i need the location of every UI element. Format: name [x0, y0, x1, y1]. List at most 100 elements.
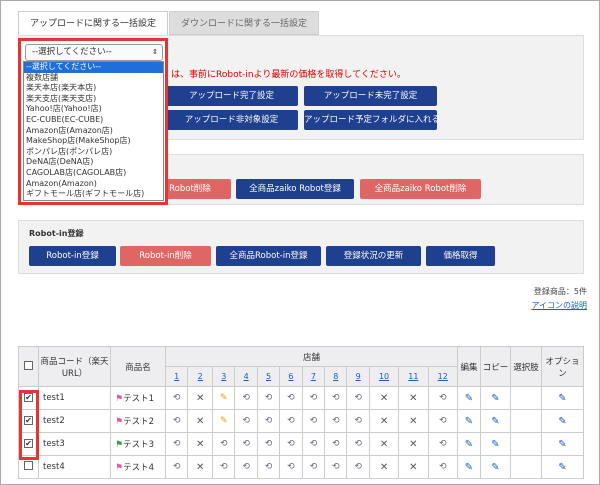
not-registered-icon[interactable]: ✕ — [380, 439, 388, 450]
option-edit-icon[interactable]: ✎ — [558, 462, 566, 473]
registered-icon[interactable]: ⟲ — [439, 393, 447, 403]
store-options-list[interactable]: --選択してください-- 複数店舗 楽天本店(楽天本店) 楽天支店(楽天支店) Yaho… — [23, 61, 164, 201]
registered-icon[interactable]: ⟲ — [354, 416, 362, 426]
edit-icon[interactable]: ✎ — [465, 416, 473, 427]
store-option[interactable]: ギフトモール店(ギフトモール店) — [24, 189, 163, 200]
registered-icon[interactable]: ⟲ — [354, 393, 362, 403]
store-option[interactable]: Amazon(Amazon) — [24, 179, 163, 190]
store-number-link[interactable]: 2 — [198, 372, 203, 381]
store-number-link[interactable]: 1 — [174, 372, 179, 381]
not-registered-icon[interactable]: ✕ — [196, 439, 204, 450]
store-option[interactable]: Amazon店(Amazon店) — [24, 126, 163, 137]
registered-icon[interactable]: ⟲ — [173, 393, 181, 403]
registered-icon[interactable]: ⟲ — [265, 439, 273, 449]
registered-icon[interactable]: ⟲ — [310, 462, 318, 472]
upload-incomplete-button[interactable]: アップロード未完了設定 — [304, 86, 437, 106]
registered-icon[interactable]: ⟲ — [439, 416, 447, 426]
not-registered-icon[interactable]: ✕ — [409, 393, 417, 404]
all-robotin-register-button[interactable]: 全商品Robot-in登録 — [216, 246, 321, 266]
not-registered-icon[interactable]: ✕ — [380, 393, 388, 404]
store-option[interactable]: DeNA店(DeNA店) — [24, 157, 163, 168]
store-number-link[interactable]: 5 — [266, 372, 271, 381]
store-number-link[interactable]: 12 — [438, 372, 448, 381]
registered-icon[interactable]: ⟲ — [332, 393, 340, 403]
registered-icon[interactable]: ⟲ — [287, 416, 295, 426]
store-select[interactable]: --選択してください-- ⇕ — [25, 44, 163, 61]
not-registered-icon[interactable]: ✕ — [409, 462, 417, 473]
registered-icon[interactable]: ⟲ — [220, 462, 228, 472]
registered-icon[interactable]: ⟲ — [332, 439, 340, 449]
registered-icon[interactable]: ⟲ — [310, 416, 318, 426]
select-all-checkbox[interactable] — [24, 360, 33, 370]
tab-upload-settings[interactable]: アップロードに関する一括設定 — [18, 11, 168, 35]
registered-icon[interactable]: ⟲ — [287, 393, 295, 403]
registered-icon[interactable]: ⟲ — [242, 393, 250, 403]
get-price-button[interactable]: 価格取得 — [426, 246, 495, 266]
store-number-link[interactable]: 8 — [333, 372, 338, 381]
registered-icon[interactable]: ⟲ — [354, 462, 362, 472]
store-option[interactable]: 複数店舗 — [24, 73, 163, 84]
pending-icon[interactable]: ✎ — [220, 393, 228, 403]
store-option[interactable]: --選択してください-- — [24, 62, 163, 73]
edit-icon[interactable]: ✎ — [465, 393, 473, 404]
registered-icon[interactable]: ⟲ — [354, 439, 362, 449]
registered-icon[interactable]: ⟲ — [220, 439, 228, 449]
registered-icon[interactable]: ⟲ — [173, 439, 181, 449]
registered-icon[interactable]: ⟲ — [439, 439, 447, 449]
store-option[interactable]: CAGOLAB店(CAGOLAB店) — [24, 168, 163, 179]
registered-icon[interactable]: ⟲ — [265, 393, 273, 403]
pending-icon[interactable]: ✎ — [220, 416, 228, 426]
registered-icon[interactable]: ⟲ — [332, 416, 340, 426]
option-edit-icon[interactable]: ✎ — [558, 439, 566, 450]
store-number-link[interactable]: 9 — [356, 372, 361, 381]
not-registered-icon[interactable]: ✕ — [196, 393, 204, 404]
icon-help-link[interactable]: アイコンの説明 — [531, 300, 587, 311]
copy-icon[interactable]: ✎ — [491, 439, 499, 450]
registered-icon[interactable]: ⟲ — [242, 462, 250, 472]
copy-icon[interactable]: ✎ — [491, 462, 499, 473]
registered-icon[interactable]: ⟲ — [173, 462, 181, 472]
store-option[interactable]: 楽天本店(楽天本店) — [24, 83, 163, 94]
registered-icon[interactable]: ⟲ — [242, 416, 250, 426]
registered-icon[interactable]: ⟲ — [173, 416, 181, 426]
store-number-link[interactable]: 3 — [221, 372, 226, 381]
store-number-link[interactable]: 7 — [311, 372, 316, 381]
all-zaiko-delete-button[interactable]: 全商品zaiko Robot削除 — [360, 179, 481, 199]
store-option[interactable]: Yahoo!店(Yahoo!店) — [24, 104, 163, 115]
store-number-link[interactable]: 10 — [379, 372, 389, 381]
edit-icon[interactable]: ✎ — [465, 462, 473, 473]
not-registered-icon[interactable]: ✕ — [380, 416, 388, 427]
all-zaiko-register-button[interactable]: 全商品zaiko Robot登録 — [236, 179, 354, 199]
registered-icon[interactable]: ⟲ — [242, 439, 250, 449]
tab-download-settings[interactable]: ダウンロードに関する一括設定 — [169, 11, 319, 35]
copy-icon[interactable]: ✎ — [491, 393, 499, 404]
registered-icon[interactable]: ⟲ — [332, 462, 340, 472]
not-registered-icon[interactable]: ✕ — [196, 462, 204, 473]
option-edit-icon[interactable]: ✎ — [558, 393, 566, 404]
store-number-link[interactable]: 4 — [244, 372, 249, 381]
registered-icon[interactable]: ⟲ — [287, 439, 295, 449]
registered-icon[interactable]: ⟲ — [265, 462, 273, 472]
store-number-link[interactable]: 6 — [288, 372, 293, 381]
store-number-link[interactable]: 11 — [408, 372, 418, 381]
not-registered-icon[interactable]: ✕ — [409, 439, 417, 450]
not-registered-icon[interactable]: ✕ — [196, 416, 204, 427]
edit-icon[interactable]: ✎ — [465, 439, 473, 450]
upload-exclude-button[interactable]: アップロード非対象設定 — [165, 110, 298, 130]
robotin-register-button[interactable]: Robot-in登録 — [29, 246, 116, 266]
option-edit-icon[interactable]: ✎ — [558, 416, 566, 427]
store-option[interactable]: EC-CUBE(EC-CUBE) — [24, 115, 163, 126]
copy-icon[interactable]: ✎ — [491, 416, 499, 427]
update-status-button[interactable]: 登録状況の更新 — [326, 246, 421, 266]
not-registered-icon[interactable]: ✕ — [380, 462, 388, 473]
registered-icon[interactable]: ⟲ — [287, 462, 295, 472]
registered-icon[interactable]: ⟲ — [310, 393, 318, 403]
registered-icon[interactable]: ⟲ — [439, 462, 447, 472]
upload-complete-button[interactable]: アップロード完了設定 — [165, 86, 298, 106]
registered-icon[interactable]: ⟲ — [265, 416, 273, 426]
row-checkbox[interactable] — [24, 461, 33, 470]
store-option[interactable]: MakeShop店(MakeShop店) — [24, 136, 163, 147]
store-option[interactable]: 楽天支店(楽天支店) — [24, 94, 163, 105]
not-registered-icon[interactable]: ✕ — [409, 416, 417, 427]
registered-icon[interactable]: ⟲ — [310, 439, 318, 449]
